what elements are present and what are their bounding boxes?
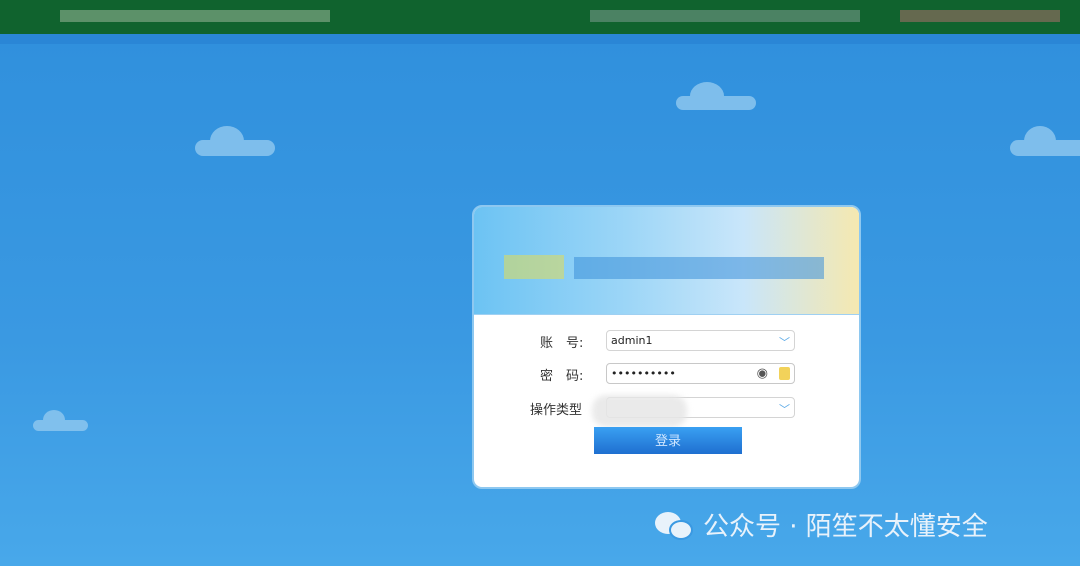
login-panel: 账 号: admin1 ﹀ 密 码: •••••••••• ◉ 操作类型 ﹀ 登… [472,205,861,489]
login-banner-redacted [474,207,859,315]
password-input[interactable]: •••••••••• ◉ [606,363,795,384]
account-value: admin1 [611,334,653,347]
account-input[interactable]: admin1 ﹀ [606,330,795,351]
account-label: 账 号: [540,336,584,351]
redacted-block [60,10,330,22]
browser-top-bar-redacted [0,0,1080,34]
password-value: •••••••••• [611,367,676,380]
redacted-block [592,395,687,427]
redacted-block [900,10,1060,22]
login-button[interactable]: 登录 [594,427,742,454]
cloud-decoration [676,82,756,110]
password-label: 密 码: [540,369,584,384]
cloud-decoration [195,126,275,156]
lock-icon [779,367,790,380]
chevron-down-icon[interactable]: ﹀ [779,333,790,352]
eye-icon[interactable]: ◉ [757,364,768,383]
watermark-text: 公众号 · 陌笙不太懂安全 [703,512,988,542]
page-header-strip [0,34,1080,44]
redacted-block [590,10,860,22]
cloud-decoration [1010,126,1080,156]
operation-type-label: 操作类型 [530,403,583,418]
wechat-icon [655,510,695,540]
cloud-decoration [33,410,88,431]
watermark: 公众号 · 陌笙不太懂安全 [655,506,988,543]
chevron-down-icon[interactable]: ﹀ [779,400,790,419]
